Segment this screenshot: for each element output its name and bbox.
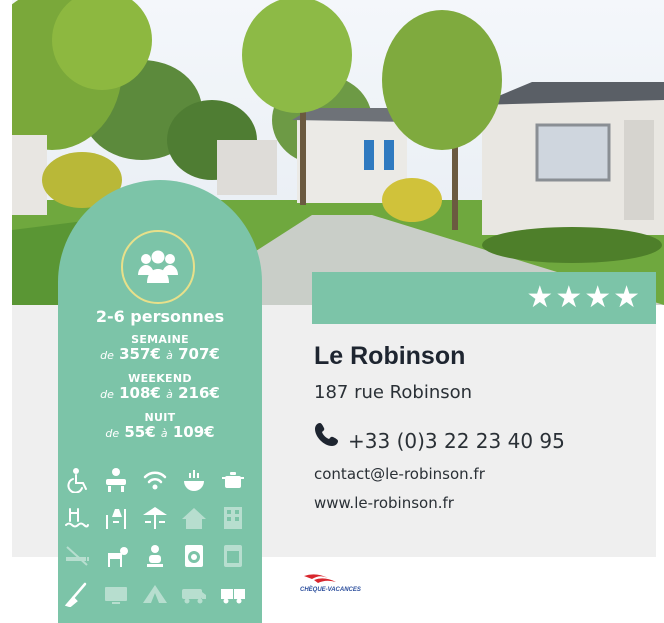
capacity-label: 2-6 personnes [95, 307, 225, 326]
phone-icon [312, 420, 344, 456]
caravan-icon [219, 581, 247, 607]
terrace-icon [141, 505, 169, 531]
email-link[interactable]: contact@le-robinson.fr [314, 465, 485, 483]
no-smoking-icon [63, 543, 91, 569]
dryer-icon [219, 543, 247, 569]
price-range-weekend: de 108€ à 216€ [100, 384, 220, 402]
tv-icon [102, 581, 130, 607]
price-range-nuit: de 55€ à 109€ [105, 423, 215, 441]
camping-name: Le Robinson [314, 342, 466, 370]
building-icon [219, 505, 247, 531]
tent-icon [141, 581, 169, 607]
washing-machine-icon [180, 543, 208, 569]
kids-club-icon [102, 467, 130, 493]
people-icon [121, 230, 195, 304]
camper-van-icon [180, 581, 208, 607]
rating-bar: ★★★★ [312, 272, 656, 324]
camping-address: 187 rue Robinson [314, 382, 473, 403]
baby-icon [141, 543, 169, 569]
restaurant-icon [180, 467, 208, 493]
star-rating: ★★★★ [526, 280, 642, 315]
pricing-panel: 2-6 personnes SEMAINE de 357€ à 707€ WEE… [58, 180, 262, 623]
phone-number[interactable]: +33 (0)3 22 23 40 95 [348, 423, 565, 453]
price-range-semaine: de 357€ à 707€ [100, 345, 220, 363]
cheque-vacances-logo: CHÈQUE-VACANCES [300, 570, 380, 600]
wheelchair-icon [63, 467, 91, 494]
pool-icon [63, 505, 91, 531]
phone-row[interactable]: +33 (0)3 22 23 40 95 [312, 420, 565, 456]
playground-icon [102, 505, 130, 531]
wifi-icon [141, 467, 169, 493]
house-icon [180, 505, 208, 531]
cleaning-icon [63, 581, 91, 608]
website-link[interactable]: www.le-robinson.fr [314, 494, 454, 512]
logo-text: CHÈQUE-VACANCES [300, 587, 361, 593]
cooking-pot-icon [219, 467, 247, 493]
dog-icon [102, 543, 130, 569]
